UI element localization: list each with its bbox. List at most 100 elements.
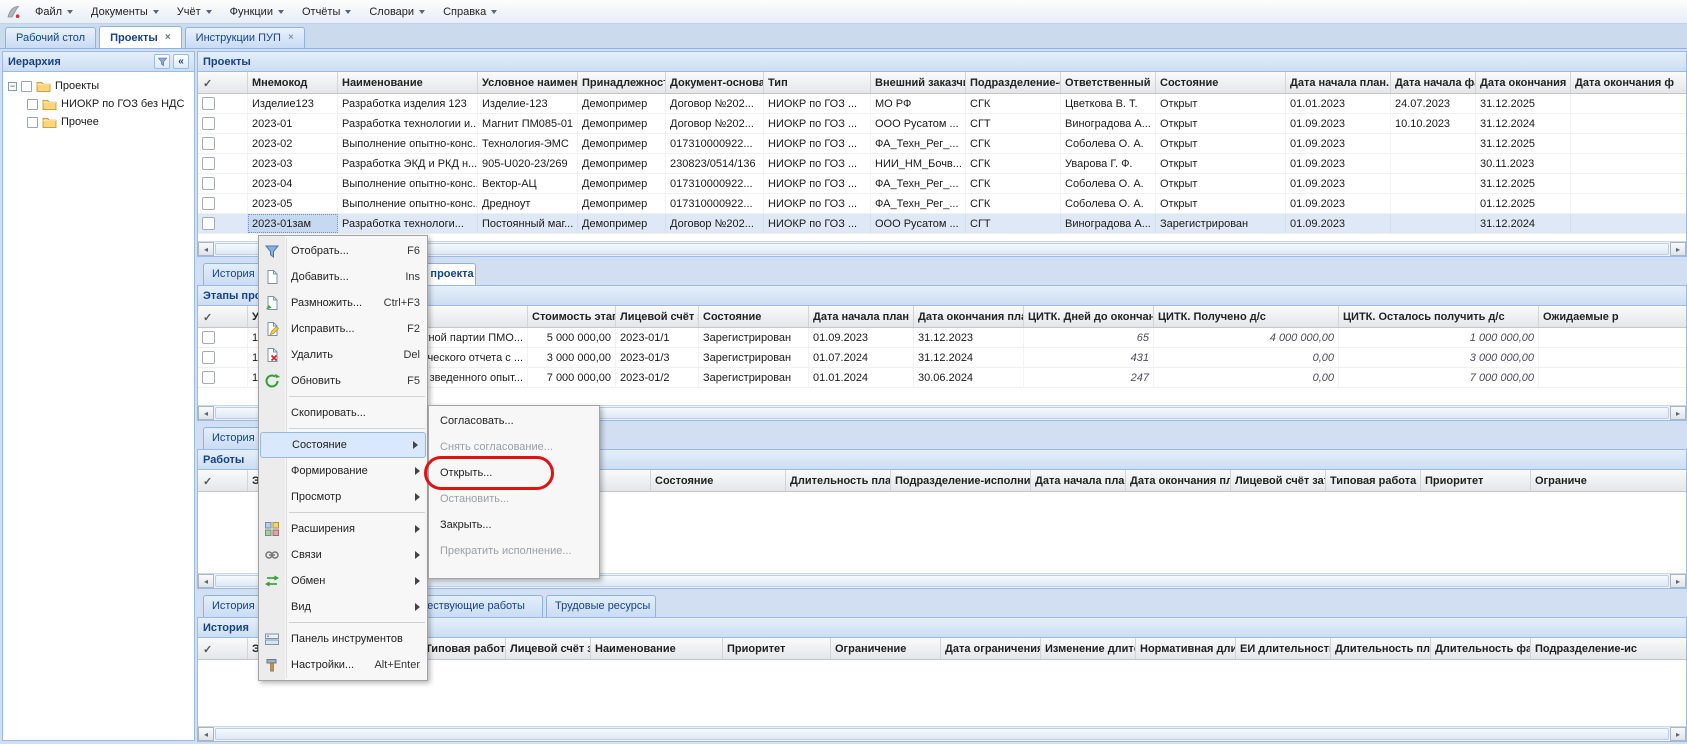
table-row[interactable]: Изделие123Разработка изделия 123Изделие-… [198, 94, 1686, 114]
horizontal-scrollbar[interactable]: ◂ ▸ [198, 726, 1686, 741]
scroll-left-button[interactable]: ◂ [198, 242, 214, 256]
scroll-thumb[interactable] [215, 243, 1669, 255]
row-checkbox[interactable] [202, 351, 215, 364]
column-header[interactable]: ЦИТК. Осталось получить д/с [1339, 306, 1539, 327]
column-header[interactable]: Подразделение-от [966, 72, 1061, 93]
column-header[interactable]: Дата окончания план [914, 306, 1024, 327]
column-header[interactable]: Типовая работа [421, 638, 506, 659]
row-checkbox[interactable] [202, 217, 215, 230]
row-checkbox[interactable] [202, 97, 215, 110]
context-menu-item[interactable]: Формирование [259, 458, 427, 484]
column-header[interactable]: Длительность фак [1431, 638, 1531, 659]
column-header[interactable]: Нормативная длит [1136, 638, 1236, 659]
column-header[interactable]: Ожидаемые р [1539, 306, 1686, 327]
menu-help[interactable]: Справка [434, 3, 506, 21]
submenu-item[interactable]: Открыть... [429, 460, 599, 486]
table-row[interactable]: 2023-02Выполнение опытно-конс...Технолог… [198, 134, 1686, 154]
menu-reports[interactable]: Отчёты [293, 3, 360, 21]
select-all-column-header[interactable]: ✓ [198, 470, 248, 491]
column-header[interactable]: Дата окончания ф [1571, 72, 1686, 93]
collapse-node-icon[interactable]: − [8, 82, 17, 91]
node-checkbox[interactable] [21, 81, 32, 92]
context-menu-item[interactable]: Исправить...F2 [259, 316, 427, 342]
column-header[interactable]: Ответственный [1061, 72, 1156, 93]
column-header[interactable]: Дата начала план [809, 306, 914, 327]
column-header[interactable]: Наименование [591, 638, 723, 659]
column-header[interactable]: Дата начала план. [1031, 470, 1126, 491]
scroll-thumb[interactable] [215, 728, 1669, 740]
column-header[interactable]: Приоритет [1421, 470, 1531, 491]
select-all-column-header[interactable]: ✓ [198, 638, 248, 659]
context-menu-item[interactable]: Добавить...Ins [259, 264, 427, 290]
tree-node-niokr-goz[interactable]: НИОКР по ГОЗ без НДС [3, 95, 194, 113]
scroll-left-button[interactable]: ◂ [198, 406, 214, 420]
select-all-column-header[interactable]: ✓ [198, 306, 248, 327]
scroll-left-button[interactable]: ◂ [198, 727, 214, 741]
table-row[interactable]: 2023-03Разработка ЭКД и РКД н...905-U020… [198, 154, 1686, 174]
column-header[interactable]: Изменение длите [1041, 638, 1136, 659]
context-menu-item[interactable]: Просмотр [259, 484, 427, 510]
column-header[interactable]: Дата ограничения [941, 638, 1041, 659]
row-checkbox[interactable] [202, 177, 215, 190]
column-header[interactable]: Состояние [699, 306, 809, 327]
column-header[interactable]: Лицевой счёт затр [1231, 470, 1326, 491]
row-checkbox[interactable] [202, 137, 215, 150]
tab-labor-resources[interactable]: Трудовые ресурсы [546, 595, 656, 617]
context-menu-item[interactable]: Отобрать...F6 [259, 238, 427, 264]
context-menu-item[interactable]: УдалитьDel [259, 342, 427, 368]
column-header[interactable]: Мнемокод [248, 72, 338, 93]
row-checkbox[interactable] [202, 331, 215, 344]
submenu-item[interactable]: Согласовать... [429, 408, 599, 434]
column-header[interactable]: Дата окончания план [1126, 470, 1231, 491]
scroll-right-button[interactable]: ▸ [1670, 406, 1686, 420]
filter-icon[interactable] [154, 54, 170, 69]
column-header[interactable]: Условное наименова [478, 72, 578, 93]
column-header[interactable]: Лицевой счёт затрат [616, 306, 699, 327]
column-header[interactable]: Приоритет [723, 638, 831, 659]
close-icon[interactable]: × [288, 33, 294, 43]
table-row[interactable]: 2023-01Разработка технологии и...Магнит … [198, 114, 1686, 134]
column-header[interactable]: Дата окончания пл [1476, 72, 1571, 93]
column-header[interactable]: Состояние [1156, 72, 1286, 93]
column-header[interactable]: Состояние [651, 470, 786, 491]
column-header[interactable]: Длительность пла [1331, 638, 1431, 659]
tab-projects[interactable]: Проекты× [99, 26, 182, 48]
row-checkbox[interactable] [202, 197, 215, 210]
column-header[interactable]: Ограниче [1531, 470, 1686, 491]
column-header[interactable]: ЕИ длительности [1236, 638, 1331, 659]
menu-dictionaries[interactable]: Словари [360, 3, 434, 21]
column-header[interactable]: Документ-основан [666, 72, 764, 93]
column-header[interactable]: Стоимость этапа [528, 306, 616, 327]
tab-desktop[interactable]: Рабочий стол [5, 27, 96, 48]
column-header[interactable]: Тип [764, 72, 871, 93]
row-checkbox[interactable] [202, 117, 215, 130]
table-row[interactable]: 2023-05Выполнение опытно-конс...Дредноут… [198, 194, 1686, 214]
node-checkbox[interactable] [27, 99, 38, 110]
menu-file[interactable]: Файл [26, 3, 82, 21]
collapse-panel-button[interactable]: « [173, 54, 189, 69]
column-header[interactable]: ЦИТК. Дней до окончания [1024, 306, 1154, 327]
menu-functions[interactable]: Функции [221, 3, 293, 21]
context-menu-item[interactable]: Связи [259, 542, 427, 568]
tab-instructions-pup[interactable]: Инструкции ПУП× [185, 27, 305, 48]
node-checkbox[interactable] [27, 117, 38, 128]
context-menu-item[interactable]: Расширения [259, 516, 427, 542]
column-header[interactable]: Дата начала план. [1286, 72, 1391, 93]
column-header[interactable]: Типовая работа [1326, 470, 1421, 491]
table-row[interactable]: 2023-01замРазработка технологи...Постоян… [198, 214, 1686, 234]
context-menu-item[interactable]: Настройки...Alt+Enter [259, 652, 427, 678]
context-menu-item[interactable]: Панель инструментов [259, 626, 427, 652]
scroll-left-button[interactable]: ◂ [198, 574, 214, 588]
tree-node-projects[interactable]: − Проекты [3, 77, 194, 95]
menu-documents[interactable]: Документы [82, 3, 168, 21]
column-header[interactable]: Дата начала факт [1391, 72, 1476, 93]
context-menu-item[interactable]: Скопировать... [259, 400, 427, 426]
scroll-right-button[interactable]: ▸ [1670, 242, 1686, 256]
context-menu-item[interactable]: Вид [259, 594, 427, 620]
submenu-item[interactable]: Закрыть... [429, 512, 599, 538]
column-header[interactable]: ЦИТК. Получено д/с [1154, 306, 1339, 327]
column-header[interactable]: Ограничение [831, 638, 941, 659]
select-all-column-header[interactable]: ✓ [198, 72, 248, 93]
row-checkbox[interactable] [202, 371, 215, 384]
table-row[interactable]: 2023-04Выполнение опытно-конс...Вектор-А… [198, 174, 1686, 194]
